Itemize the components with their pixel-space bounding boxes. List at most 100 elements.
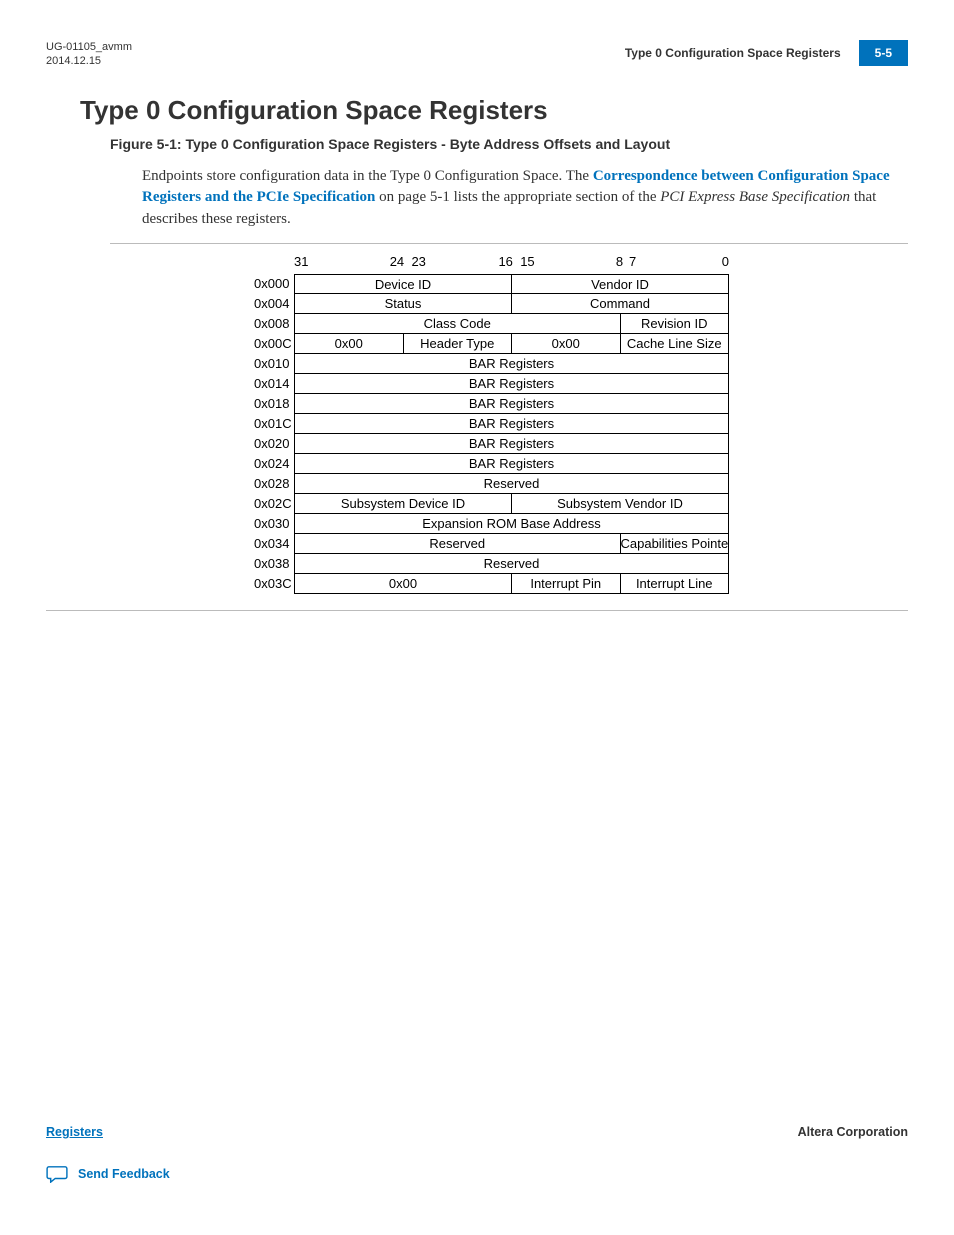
register-fields: Reserved [294,474,729,494]
bit-31: 31 [294,254,308,269]
register-offset: 0x018 [254,394,294,414]
register-row: 0x010BAR Registers [254,354,729,374]
speech-bubble-icon [46,1165,68,1183]
send-feedback-link[interactable]: Send Feedback [78,1167,170,1181]
register-field: Header Type [404,334,513,354]
footer-corporation: Altera Corporation [798,1125,908,1139]
register-row: 0x00C0x00Header Type0x00Cache Line Size [254,334,729,354]
register-field: Subsystem Device ID [295,494,512,514]
register-fields: StatusCommand [294,294,729,314]
register-field: 0x00 [295,334,404,354]
register-field: Interrupt Pin [512,574,621,594]
page-number: 5-5 [859,40,908,66]
register-field: Subsystem Vendor ID [512,494,729,514]
register-row: 0x000Device IDVendor ID [254,274,729,294]
register-offset: 0x028 [254,474,294,494]
register-offset: 0x02C [254,494,294,514]
doc-meta: UG-01105_avmm 2014.12.15 [46,40,132,69]
register-field: BAR Registers [295,394,729,414]
register-field: BAR Registers [295,354,729,374]
register-offset: 0x020 [254,434,294,454]
register-offset: 0x038 [254,554,294,574]
register-fields: 0x00Interrupt PinInterrupt Line [294,574,729,594]
register-field: Capabilities Pointer [621,534,730,554]
register-field: Reserved [295,534,621,554]
register-fields: BAR Registers [294,394,729,414]
register-row: 0x028Reserved [254,474,729,494]
register-offset: 0x010 [254,354,294,374]
register-field: 0x00 [512,334,621,354]
register-fields: Expansion ROM Base Address [294,514,729,534]
register-field: Vendor ID [512,274,729,294]
divider [110,243,908,244]
register-offset: 0x000 [254,274,294,294]
intro-t1: Endpoints store configuration data in th… [142,168,593,184]
register-offset: 0x014 [254,374,294,394]
register-fields: Class CodeRevision ID [294,314,729,334]
register-fields: ReservedCapabilities Pointer [294,534,729,554]
register-layout-diagram: 31 24 23 16 15 8 7 0 0x000Device IDVendo… [254,254,729,594]
register-field: Expansion ROM Base Address [295,514,729,534]
register-field: Reserved [295,474,729,494]
page-footer: Registers Altera Corporation Send Feedba… [0,1125,954,1183]
register-offset: 0x034 [254,534,294,554]
register-field: Cache Line Size [621,334,730,354]
doc-date: 2014.12.15 [46,54,132,68]
bit-23: 23 [411,254,425,269]
register-row: 0x004StatusCommand [254,294,729,314]
bit-ruler: 31 24 23 16 15 8 7 0 [254,254,729,272]
bit-7: 7 [629,254,636,269]
register-field: BAR Registers [295,434,729,454]
bit-0: 0 [722,254,729,269]
divider-bottom [46,610,908,611]
doc-id: UG-01105_avmm [46,40,132,54]
register-row: 0x03C0x00Interrupt PinInterrupt Line [254,574,729,594]
register-field: BAR Registers [295,414,729,434]
bit-16: 16 [498,254,512,269]
register-offset: 0x004 [254,294,294,314]
register-field: BAR Registers [295,454,729,474]
register-row: 0x02CSubsystem Device IDSubsystem Vendor… [254,494,729,514]
bit-15: 15 [520,254,534,269]
register-fields: Subsystem Device IDSubsystem Vendor ID [294,494,729,514]
register-field: Reserved [295,554,729,574]
register-fields: BAR Registers [294,374,729,394]
topic-title: Type 0 Configuration Space Registers [625,46,841,60]
register-offset: 0x00C [254,334,294,354]
register-field: Device ID [295,274,512,294]
register-offset: 0x03C [254,574,294,594]
bit-8: 8 [616,254,623,269]
register-row: 0x014BAR Registers [254,374,729,394]
feedback-block: Send Feedback [46,1165,908,1183]
register-fields: Reserved [294,554,729,574]
register-row: 0x020BAR Registers [254,434,729,454]
intro-spec: PCI Express Base Specification [660,189,850,205]
intro-paragraph: Endpoints store configuration data in th… [142,166,894,231]
register-fields: BAR Registers [294,414,729,434]
register-field: Revision ID [621,314,730,334]
register-field: Interrupt Line [621,574,730,594]
register-row: 0x008Class CodeRevision ID [254,314,729,334]
register-row: 0x030Expansion ROM Base Address [254,514,729,534]
register-field: 0x00 [295,574,512,594]
register-offset: 0x024 [254,454,294,474]
register-row: 0x034ReservedCapabilities Pointer [254,534,729,554]
footer-registers-link[interactable]: Registers [46,1125,103,1139]
header-right: Type 0 Configuration Space Registers 5-5 [625,40,908,66]
page-header: UG-01105_avmm 2014.12.15 Type 0 Configur… [0,0,954,77]
register-field: Status [295,294,512,314]
register-field: BAR Registers [295,374,729,394]
register-field: Class Code [295,314,621,334]
register-fields: Device IDVendor ID [294,274,729,294]
register-row: 0x018BAR Registers [254,394,729,414]
register-row: 0x01CBAR Registers [254,414,729,434]
register-offset: 0x01C [254,414,294,434]
intro-t2: on page 5-1 lists the appropriate sectio… [375,189,660,205]
register-fields: 0x00Header Type0x00Cache Line Size [294,334,729,354]
figure-caption: Figure 5-1: Type 0 Configuration Space R… [110,136,954,152]
bit-24: 24 [390,254,404,269]
register-field: Command [512,294,729,314]
register-fields: BAR Registers [294,454,729,474]
section-heading: Type 0 Configuration Space Registers [80,95,954,126]
register-fields: BAR Registers [294,434,729,454]
